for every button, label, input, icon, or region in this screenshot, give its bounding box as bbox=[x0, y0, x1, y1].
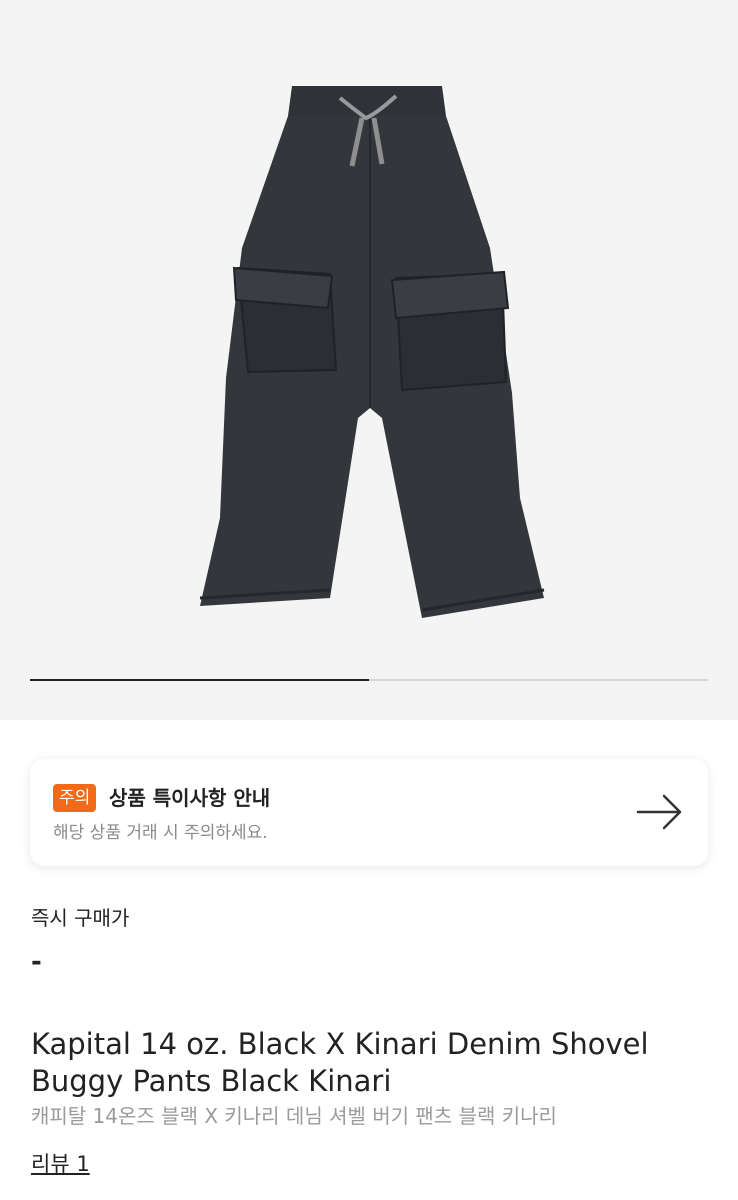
notice-title: 상품 특이사항 안내 bbox=[109, 786, 271, 810]
arrow-right-icon[interactable] bbox=[636, 792, 684, 832]
price-value: - bbox=[31, 947, 42, 977]
price-label: 즉시 구매가 bbox=[31, 906, 130, 930]
notice-badge: 주의 bbox=[53, 784, 97, 812]
product-image[interactable] bbox=[190, 78, 550, 630]
product-gallery[interactable] bbox=[0, 0, 738, 720]
product-subtitle: 캐피탈 14온즈 블랙 X 키나리 데님 셔벨 버기 팬츠 블랙 키나리 bbox=[31, 1104, 557, 1128]
notice-subtitle: 해당 상품 거래 시 주의하세요. bbox=[53, 823, 268, 843]
gallery-progress bbox=[30, 679, 708, 681]
gallery-progress-fill bbox=[30, 679, 369, 681]
product-title: Kapital 14 oz. Black X Kinari Denim Shov… bbox=[31, 1027, 649, 1098]
review-link[interactable]: 리뷰 1 bbox=[31, 1149, 90, 1179]
notice-card[interactable]: 주의 상품 특이사항 안내 해당 상품 거래 시 주의하세요. bbox=[30, 759, 708, 866]
